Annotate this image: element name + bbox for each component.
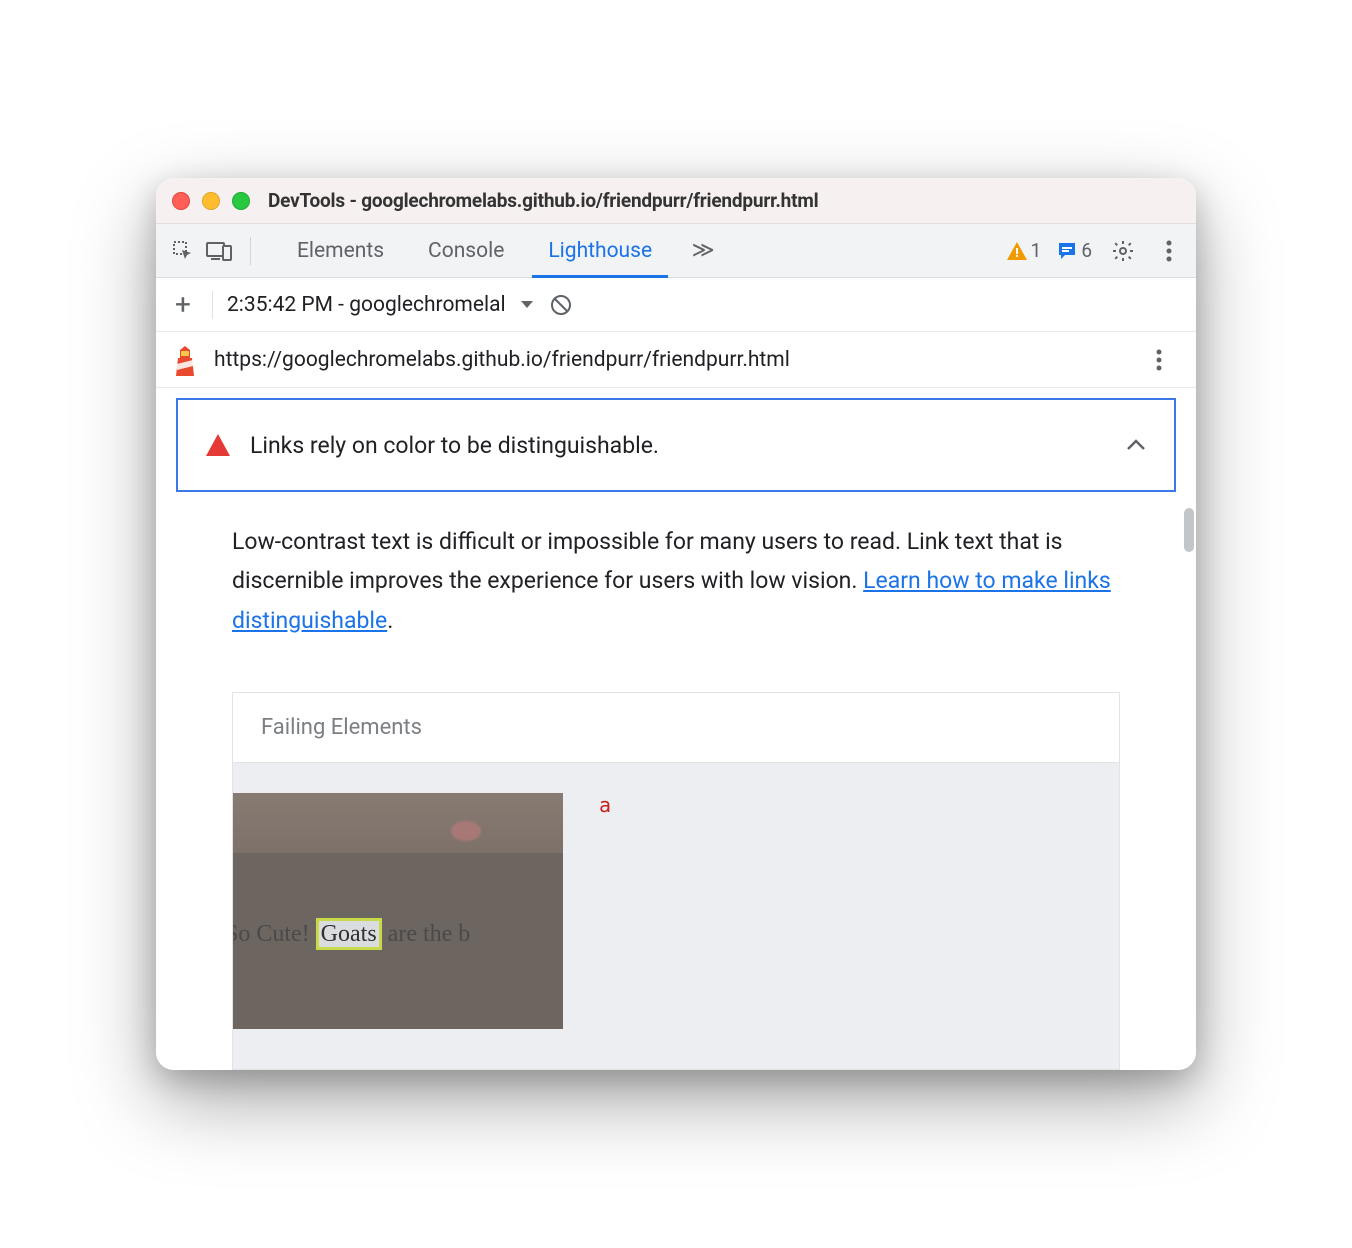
- scrollbar-thumb[interactable]: [1184, 508, 1194, 552]
- new-report-button[interactable]: +: [168, 288, 198, 321]
- thumb-text-pre: So Cute!: [233, 921, 316, 947]
- titlebar: DevTools - googlechromelabs.github.io/fr…: [156, 178, 1196, 224]
- devtools-toolbar: Elements Console Lighthouse ≫ 1 6: [156, 224, 1196, 278]
- audit-header[interactable]: Links rely on color to be distinguishabl…: [176, 398, 1176, 492]
- close-window-button[interactable]: [172, 192, 190, 210]
- thumbnail-text: So Cute! Goats are the b: [233, 921, 470, 948]
- device-toggle-icon[interactable]: [204, 236, 234, 266]
- lighthouse-icon: [172, 346, 198, 374]
- warning-icon: [1007, 242, 1027, 260]
- window-controls: [172, 192, 250, 210]
- element-screenshot-thumbnail[interactable]: So Cute! Goats are the b: [233, 793, 563, 1029]
- minimize-window-button[interactable]: [202, 192, 220, 210]
- tab-elements[interactable]: Elements: [275, 224, 406, 277]
- inspect-icon[interactable]: [168, 236, 198, 266]
- failing-elements-heading: Failing Elements: [233, 693, 1119, 763]
- warnings-badge[interactable]: 1: [1007, 239, 1042, 262]
- toolbar-right: 1 6: [1007, 236, 1184, 266]
- audit-title: Links rely on color to be distinguishabl…: [250, 432, 1106, 459]
- tab-lighthouse[interactable]: Lighthouse: [526, 224, 674, 277]
- tab-console[interactable]: Console: [406, 224, 526, 277]
- clear-icon[interactable]: [548, 292, 574, 318]
- audit-description-post: .: [387, 607, 393, 634]
- audit-description: Low-contrast text is difficult or imposs…: [176, 492, 1176, 649]
- settings-icon[interactable]: [1108, 236, 1138, 266]
- failing-element-tag[interactable]: a: [599, 793, 611, 817]
- panel-tabs: Elements Console Lighthouse: [275, 224, 674, 277]
- thumb-text-post: are the b: [382, 921, 471, 947]
- report-selector-label: 2:35:42 PM - googlechromelal: [227, 293, 506, 317]
- maximize-window-button[interactable]: [232, 192, 250, 210]
- report-content: Links rely on color to be distinguishabl…: [156, 388, 1196, 1069]
- message-icon: [1057, 241, 1077, 261]
- report-url: https://googlechromelabs.github.io/frien…: [214, 348, 1140, 372]
- warning-count: 1: [1031, 239, 1042, 262]
- lighthouse-subbar: + 2:35:42 PM - googlechromelal: [156, 278, 1196, 332]
- failing-elements-body: So Cute! Goats are the b a: [233, 763, 1119, 1069]
- report-dropdown-caret[interactable]: [520, 300, 534, 310]
- message-count: 6: [1081, 239, 1092, 262]
- toolbar-divider: [250, 237, 251, 265]
- failing-elements-box: Failing Elements So Cute! Goats are the …: [232, 692, 1120, 1070]
- tabs-overflow-icon[interactable]: ≫: [688, 236, 718, 266]
- audit-fail-icon: [206, 434, 230, 456]
- report-menu-icon[interactable]: [1156, 349, 1180, 371]
- thumbnail-bg-strip: [233, 793, 563, 853]
- devtools-window: DevTools - googlechromelabs.github.io/fr…: [156, 178, 1196, 1069]
- report-urlbar: https://googlechromelabs.github.io/frien…: [156, 332, 1196, 388]
- chevron-up-icon: [1126, 439, 1146, 451]
- more-icon[interactable]: [1154, 236, 1184, 266]
- messages-badge[interactable]: 6: [1057, 239, 1092, 262]
- window-title: DevTools - googlechromelabs.github.io/fr…: [268, 189, 818, 212]
- thumbnail-blur-spot: [451, 821, 481, 841]
- subbar-divider: [212, 291, 213, 319]
- thumb-highlighted-word: Goats: [316, 918, 382, 950]
